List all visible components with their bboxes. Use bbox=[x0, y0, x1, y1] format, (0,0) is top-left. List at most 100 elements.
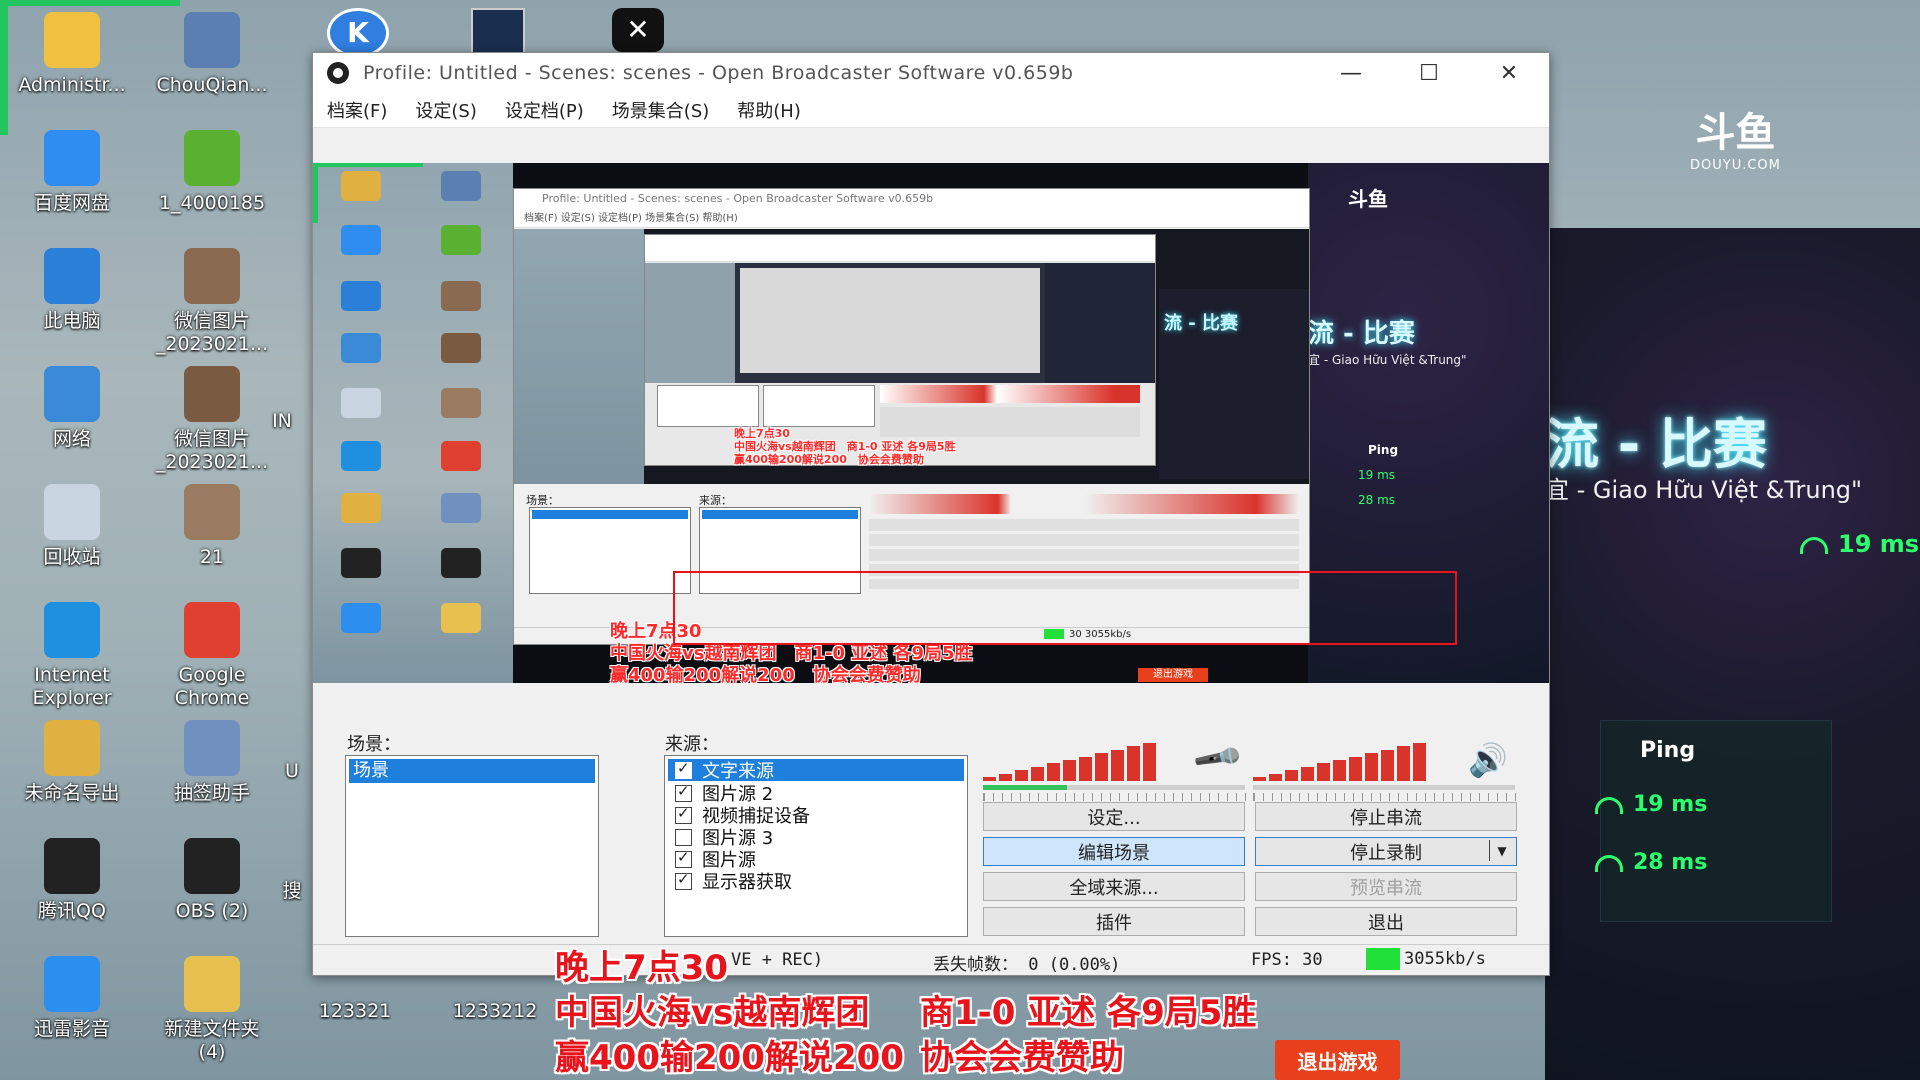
source-item[interactable]: 图片源 2 bbox=[665, 782, 967, 805]
meter-bar bbox=[1127, 746, 1140, 781]
source-label: 显示器获取 bbox=[702, 872, 792, 893]
preview-area[interactable]: 斗鱼 流 - 比赛 宜 - Giao Hữu Việt &Trung" Ping… bbox=[313, 163, 1549, 683]
desktop-icon[interactable]: 此电脑 bbox=[2, 248, 142, 333]
status-bitrate: 3055kb/s bbox=[1366, 948, 1486, 970]
source-item[interactable]: 显示器获取 bbox=[665, 870, 967, 893]
meter-bar bbox=[1095, 753, 1108, 781]
menu-bar: 档案(F) 设定(S) 设定档(P) 场景集合(S) 帮助(H) bbox=[313, 93, 1549, 128]
desktop-icon-label: Administr... bbox=[18, 74, 126, 96]
nested-obs-window-2 bbox=[644, 234, 1156, 466]
desktop-icon-label: 未命名导出 bbox=[24, 782, 120, 804]
image-file-icon bbox=[184, 366, 240, 422]
desktop-level-bar bbox=[1253, 785, 1515, 790]
meter-bar bbox=[1079, 756, 1092, 781]
exit-button[interactable]: 退出 bbox=[1255, 907, 1517, 936]
desktop-icon[interactable]: 新建文件夹 (4) bbox=[142, 956, 282, 1064]
desktop-icon[interactable]: 未命名导出 bbox=[2, 720, 142, 805]
network-tool-icon bbox=[184, 12, 240, 68]
desktop-icon-label: ChouQian... bbox=[156, 74, 268, 96]
meter-bar bbox=[1111, 749, 1124, 781]
screenshot-icon[interactable] bbox=[471, 8, 525, 56]
desktop-icon[interactable]: Google Chrome bbox=[142, 602, 282, 710]
stop-stream-button[interactable]: 停止串流 bbox=[1255, 802, 1517, 831]
mic-volume-meter[interactable] bbox=[983, 739, 1159, 781]
menu-settings[interactable]: 设定(S) bbox=[415, 97, 476, 123]
sources-list[interactable]: 文字来源图片源 2视频捕捉设备图片源 3图片源显示器获取 bbox=[664, 755, 968, 937]
source-checkbox[interactable] bbox=[675, 804, 692, 824]
desktop-icon[interactable]: 百度网盘 bbox=[2, 130, 142, 215]
desktop-icon[interactable]: 微信图片 _2023021... bbox=[142, 366, 282, 474]
source-item[interactable]: 图片源 bbox=[665, 848, 967, 871]
desktop-icon[interactable]: OBS (2) bbox=[142, 838, 282, 923]
exit-game-button[interactable]: 退出游戏 bbox=[1275, 1040, 1400, 1080]
source-checkbox[interactable] bbox=[675, 828, 692, 846]
desktop-icon-label: Google Chrome bbox=[174, 664, 250, 709]
microphone-icon[interactable]: 🎤 bbox=[1191, 731, 1245, 785]
wifi-icon bbox=[1800, 536, 1828, 554]
mic-level-bar bbox=[983, 785, 1245, 790]
mic-level-ticks bbox=[983, 793, 1246, 801]
meter-bar bbox=[1413, 743, 1426, 781]
meter-bar bbox=[1381, 749, 1394, 781]
nested-preview: 流 - 比赛 晚上7点30 中国火海vs越南辉团 商1-0 亚述 各9局5胜 赢… bbox=[514, 229, 1309, 484]
settings-button[interactable]: 设定... bbox=[983, 802, 1245, 831]
sources-label: 来源： bbox=[665, 734, 719, 755]
desktop-icon[interactable]: 微信图片 _2023021... bbox=[142, 248, 282, 356]
source-checkbox[interactable] bbox=[675, 870, 692, 890]
desktop-icon[interactable]: 抽签助手 bbox=[142, 720, 282, 805]
desktop-icon-label: 腾讯QQ bbox=[38, 900, 106, 922]
desktop-icon[interactable]: ChouQian... bbox=[142, 12, 282, 97]
menu-file[interactable]: 档案(F) bbox=[327, 97, 387, 123]
desktop-partial-label: IN bbox=[272, 410, 292, 432]
scenes-list[interactable]: 场景 bbox=[345, 755, 599, 937]
close-button[interactable]: ✕ bbox=[1469, 53, 1549, 93]
stop-record-button[interactable]: 停止录制 ▼ bbox=[1255, 837, 1517, 866]
meter-bar bbox=[1333, 760, 1346, 781]
source-checkbox[interactable] bbox=[675, 759, 692, 779]
desktop-icon[interactable]: 1_4000185 bbox=[142, 130, 282, 215]
desktop-icon[interactable]: 腾讯QQ bbox=[2, 838, 142, 923]
global-sources-button[interactable]: 全域来源... bbox=[983, 872, 1245, 901]
overlay-line3b: 协会会费赞助 bbox=[920, 1038, 1124, 1078]
plugins-button[interactable]: 插件 bbox=[983, 907, 1245, 936]
desktop-icon-label: Internet Explorer bbox=[32, 664, 112, 709]
edit-scene-button[interactable]: 编辑场景 bbox=[983, 837, 1245, 866]
chevron-down-icon[interactable]: ▼ bbox=[1489, 840, 1514, 861]
wifi-icon bbox=[1595, 854, 1623, 872]
source-checkbox[interactable] bbox=[675, 782, 692, 802]
ping-row: 28 ms bbox=[1595, 850, 1707, 875]
desktop-icon[interactable]: 网络 bbox=[2, 366, 142, 451]
status-bar: VE + REC) 丢失帧数： 0 (0.00%) FPS: 30 3055kb… bbox=[313, 944, 1549, 975]
desktop-icon-label[interactable]: 123321 bbox=[285, 1000, 425, 1023]
meter-bar bbox=[1253, 777, 1266, 781]
menu-scene-collection[interactable]: 场景集合(S) bbox=[612, 97, 709, 123]
source-checkbox[interactable] bbox=[675, 848, 692, 868]
desktop-icon-label: 新建文件夹 (4) bbox=[164, 1018, 260, 1063]
meter-bar bbox=[1143, 743, 1156, 781]
k-app-icon[interactable]: K bbox=[327, 8, 389, 58]
desktop-icon[interactable]: Internet Explorer bbox=[2, 602, 142, 710]
maximize-button[interactable]: ☐ bbox=[1389, 53, 1469, 93]
image-file-icon bbox=[184, 484, 240, 540]
minimize-button[interactable]: — bbox=[1311, 53, 1391, 93]
desktop-icon[interactable]: 迅雷影音 bbox=[2, 956, 142, 1041]
wifi-icon bbox=[1595, 796, 1623, 814]
scene-item[interactable]: 场景 bbox=[349, 759, 595, 783]
source-item[interactable]: 视频捕捉设备 bbox=[665, 804, 967, 827]
title-bar[interactable]: Profile: Untitled - Scenes: scenes - Ope… bbox=[313, 53, 1549, 93]
desktop-icon[interactable]: Administr... bbox=[2, 12, 142, 97]
desktop-icon-label[interactable]: 1233212 bbox=[425, 1000, 565, 1023]
image-file-icon bbox=[184, 248, 240, 304]
desktop-volume-meter[interactable] bbox=[1253, 739, 1429, 781]
menu-help[interactable]: 帮助(H) bbox=[737, 97, 801, 123]
desktop-icon[interactable]: 21 bbox=[142, 484, 282, 569]
speaker-icon[interactable]: 🔊 bbox=[1468, 741, 1508, 779]
menu-profile[interactable]: 设定档(P) bbox=[505, 97, 584, 123]
source-item[interactable]: 图片源 3 bbox=[665, 826, 967, 849]
capcut-icon[interactable]: ✕ bbox=[612, 8, 664, 52]
desktop-icon-label: 迅雷影音 bbox=[33, 1018, 110, 1040]
desktop-icon[interactable]: 回收站 bbox=[2, 484, 142, 569]
source-item[interactable]: 文字来源 bbox=[668, 759, 964, 782]
desktop-partial-label: 搜 bbox=[282, 880, 302, 902]
preview-stream-button[interactable]: 预览串流 bbox=[1255, 872, 1517, 901]
